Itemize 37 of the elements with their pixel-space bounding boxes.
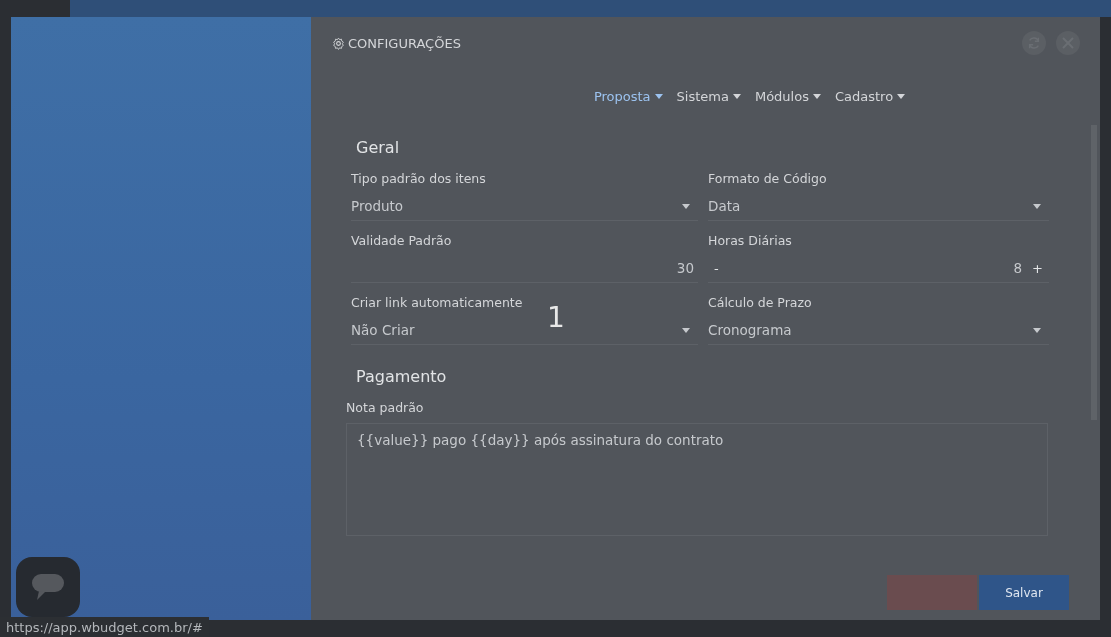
caret-icon — [654, 94, 663, 99]
chat-button[interactable] — [16, 557, 80, 617]
number-field[interactable]: 8 — [724, 260, 1027, 276]
refresh-button[interactable] — [1022, 31, 1046, 55]
section-heading: Pagamento — [356, 367, 448, 386]
field-label: Criar link automaticamente — [351, 295, 524, 310]
select-field[interactable]: Cronograma — [708, 316, 1049, 345]
cancel-button[interactable] — [887, 575, 977, 610]
note-textarea[interactable]: {{value}} pago {{day}} após assinatura do contrato — [346, 423, 1048, 536]
field-label: Cálculo de Prazo — [708, 295, 813, 310]
increment-button[interactable]: + — [1026, 260, 1049, 276]
caret-icon — [1033, 327, 1041, 333]
speech-bubble-icon — [31, 572, 65, 602]
caret-icon — [812, 94, 821, 99]
caret-icon — [682, 203, 690, 209]
dialog-title: CONFIGURAÇÕES — [332, 35, 461, 51]
caret-icon — [897, 94, 906, 99]
close-button[interactable] — [1056, 31, 1080, 55]
field-label: Validade Padrão — [351, 233, 453, 248]
caret-icon — [1033, 203, 1041, 209]
section-heading: Geral — [356, 138, 401, 157]
field-label: Horas Diárias — [708, 233, 793, 248]
number-field[interactable]: 30 — [351, 254, 698, 283]
decrement-button[interactable]: - — [708, 260, 725, 276]
menu-tab[interactable]: Sistema — [676, 89, 741, 104]
menu-tab[interactable]: Proposta — [593, 89, 663, 104]
caret-icon — [682, 327, 690, 333]
select-field[interactable]: Produto — [351, 192, 698, 221]
caret-icon — [732, 94, 741, 99]
menu-tab[interactable]: Cadastro — [834, 89, 906, 104]
field-label: Tipo padrão dos itens — [351, 171, 487, 186]
save-button[interactable]: Salvar — [979, 575, 1069, 610]
select-field[interactable]: Data — [708, 192, 1049, 221]
gear-icon — [332, 36, 345, 50]
field-label: Nota padrão — [346, 400, 425, 415]
menu-tab[interactable]: Módulos — [754, 89, 821, 104]
field-label: Formato de Código — [708, 171, 828, 186]
